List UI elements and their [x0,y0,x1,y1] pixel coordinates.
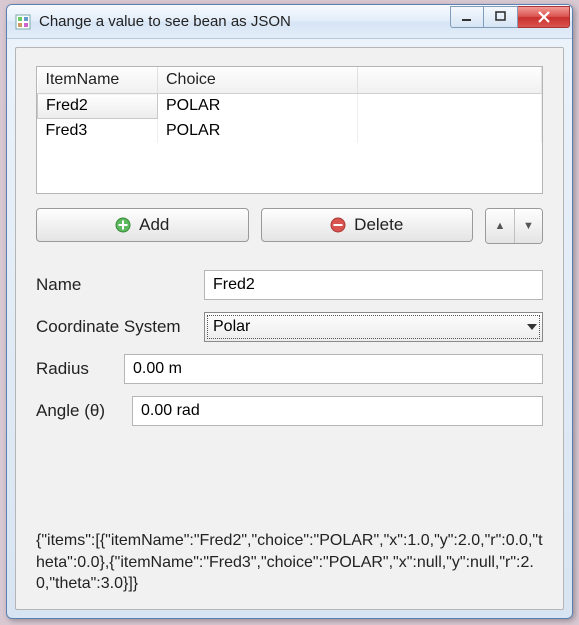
column-header-choice[interactable]: Choice [158,67,358,94]
chevron-down-icon [527,324,537,330]
items-table[interactable]: ItemName Choice Fred2 POLAR Fred3 POLAR [36,66,543,194]
form: Name Coordinate System Polar Radius Angl… [36,270,543,426]
close-icon [537,10,551,24]
add-button-label: Add [139,215,169,235]
column-header-itemname[interactable]: ItemName [38,67,158,94]
name-label: Name [36,275,204,295]
json-output: {"items":[{"itemName":"Fred2","choice":"… [36,530,543,595]
minimize-button[interactable] [450,6,484,28]
name-field[interactable] [204,270,543,300]
move-up-button[interactable]: ▲ [486,209,514,243]
coordinate-system-select[interactable]: Polar [204,312,543,342]
maximize-button[interactable] [484,6,518,28]
delete-icon [330,217,346,233]
delete-button[interactable]: Delete [261,208,474,242]
radius-field[interactable] [124,354,543,384]
add-icon [115,217,131,233]
cell-choice[interactable]: POLAR [158,119,358,144]
angle-label: Angle (θ) [36,401,132,421]
chevron-up-icon: ▲ [495,220,506,232]
reorder-spinner: ▲ ▼ [485,208,543,244]
chevron-down-icon: ▼ [523,220,534,232]
table-row[interactable]: Fred2 POLAR [38,94,542,119]
cell-choice[interactable]: POLAR [158,94,358,119]
window-frame: Change a value to see bean as JSON Ite [6,4,573,619]
button-row: Add Delete ▲ ▼ [36,208,543,244]
move-down-button[interactable]: ▼ [514,209,542,243]
minimize-icon [461,11,473,23]
coordinate-system-label: Coordinate System [36,317,204,337]
maximize-icon [495,11,507,23]
radius-label: Radius [36,359,124,379]
client-area: ItemName Choice Fred2 POLAR Fred3 POLAR [15,47,564,610]
table-row[interactable]: Fred3 POLAR [38,119,542,144]
close-button[interactable] [518,6,570,28]
window-title: Change a value to see bean as JSON [39,13,450,30]
app-icon [15,14,31,30]
column-header-spacer [358,67,542,94]
titlebar[interactable]: Change a value to see bean as JSON [7,5,572,39]
window-buttons [450,6,570,28]
delete-button-label: Delete [354,215,403,235]
coordinate-system-value: Polar [213,318,250,336]
cell-itemname[interactable]: Fred2 [38,94,158,119]
cell-itemname[interactable]: Fred3 [38,119,158,144]
add-button[interactable]: Add [36,208,249,242]
angle-field[interactable] [132,396,543,426]
